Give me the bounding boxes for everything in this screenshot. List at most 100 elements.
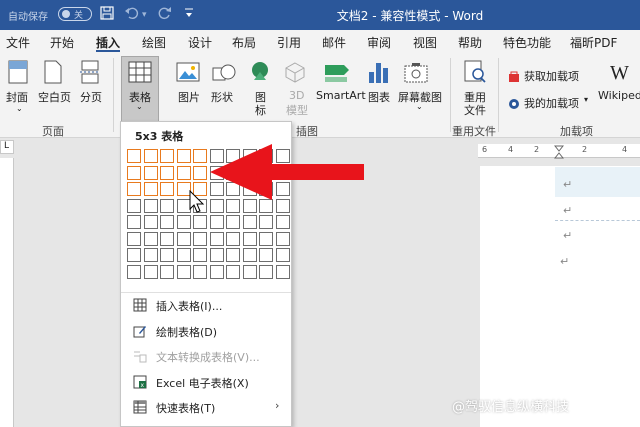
grid-cell[interactable]	[160, 149, 174, 163]
my-addins-label[interactable]: 我的加载项	[524, 95, 579, 111]
ruler-tab-selector[interactable]: L	[0, 140, 14, 154]
page-break-label[interactable]: 分页	[80, 89, 102, 105]
ribbon: 封面 ⌄ 空白页 分页 表格 ⌄ 图片 形状 图 标 3D 模型 SmartAr…	[0, 52, 640, 138]
grid-cell[interactable]	[275, 264, 290, 279]
cover-dropdown-icon[interactable]: ⌄	[16, 104, 23, 113]
picture-label[interactable]: 图片	[178, 89, 200, 105]
tab-home[interactable]: 开始	[50, 34, 74, 51]
menu-draw-table[interactable]: 绘制表格(D)	[121, 319, 291, 343]
tab-file[interactable]: 文件	[6, 34, 30, 51]
grid-cell[interactable]	[160, 182, 174, 196]
grid-cell[interactable]	[176, 248, 191, 262]
shapes-label[interactable]: 形状	[211, 89, 233, 105]
grid-cell[interactable]	[193, 215, 207, 229]
grid-cell[interactable]	[160, 198, 174, 213]
ribbon-separator	[498, 58, 499, 132]
grid-cell[interactable]	[127, 248, 141, 262]
grid-cell[interactable]	[242, 215, 257, 229]
grid-cell[interactable]	[242, 248, 257, 262]
icons-label-2[interactable]: 标	[255, 102, 266, 118]
grid-cell[interactable]	[160, 231, 174, 246]
grid-cell[interactable]	[209, 248, 224, 262]
grid-cell[interactable]	[226, 215, 240, 229]
tab-view[interactable]: 视图	[413, 34, 437, 51]
grid-cell[interactable]	[226, 264, 240, 279]
grid-cell[interactable]	[259, 215, 273, 229]
grid-cell[interactable]	[160, 248, 174, 262]
submenu-arrow-icon: ›	[275, 399, 280, 412]
grid-cell[interactable]	[226, 231, 240, 246]
get-addins-label[interactable]: 获取加载项	[524, 68, 579, 84]
grid-cell[interactable]	[127, 182, 141, 196]
3d-models-label-2: 模型	[286, 104, 308, 117]
grid-cell[interactable]	[259, 264, 273, 279]
tab-features[interactable]: 特色功能	[503, 34, 551, 51]
cover-page-label[interactable]: 封面	[6, 89, 28, 105]
grid-cell[interactable]	[275, 248, 290, 262]
grid-cell[interactable]	[193, 231, 207, 246]
grid-cell[interactable]	[259, 231, 273, 246]
grid-cell[interactable]	[143, 149, 158, 163]
menu-insert-table[interactable]: 插入表格(I)...	[121, 293, 291, 317]
grid-cell[interactable]	[127, 215, 141, 229]
grid-cell[interactable]	[193, 165, 207, 180]
tab-insert[interactable]: 插入	[96, 34, 120, 51]
grid-cell[interactable]	[160, 264, 174, 279]
grid-cell[interactable]	[143, 165, 158, 180]
document-page[interactable]	[480, 166, 640, 427]
grid-cell[interactable]	[193, 248, 207, 262]
indent-marker-icon[interactable]	[553, 144, 565, 163]
grid-cell[interactable]	[209, 231, 224, 246]
grid-cell[interactable]	[242, 264, 257, 279]
grid-cell[interactable]	[127, 165, 141, 180]
grid-cell[interactable]	[160, 215, 174, 229]
tab-help[interactable]: 帮助	[458, 34, 482, 51]
blank-page-label[interactable]: 空白页	[38, 89, 71, 105]
grid-cell[interactable]	[143, 215, 158, 229]
screenshot-dropdown-icon[interactable]: ⌄	[416, 102, 423, 111]
chart-label[interactable]: 图表	[368, 89, 390, 105]
grid-cell[interactable]	[127, 198, 141, 213]
menu-excel-spreadsheet[interactable]: x Excel 电子表格(X)	[121, 370, 291, 394]
grid-cell[interactable]	[143, 198, 158, 213]
document-title: 文档2 - 兼容性模式 - Word	[336, 9, 484, 23]
tab-design[interactable]: 设计	[188, 34, 212, 51]
grid-cell[interactable]	[127, 231, 141, 246]
grid-cell[interactable]	[176, 264, 191, 279]
grid-cell[interactable]	[127, 149, 141, 163]
ruler-number: 6	[482, 145, 488, 154]
grid-cell[interactable]	[127, 264, 141, 279]
draw-table-icon	[133, 323, 149, 339]
grid-cell[interactable]	[160, 165, 174, 180]
grid-cell[interactable]	[275, 231, 290, 246]
grid-cell[interactable]	[143, 264, 158, 279]
grid-cell[interactable]	[176, 149, 191, 163]
tab-mailings[interactable]: 邮件	[322, 34, 346, 51]
grid-cell[interactable]	[176, 165, 191, 180]
grid-cell[interactable]	[275, 215, 290, 229]
tab-draw[interactable]: 绘图	[142, 34, 166, 51]
tab-references[interactable]: 引用	[277, 34, 301, 51]
grid-cell[interactable]	[176, 215, 191, 229]
grid-cell[interactable]	[143, 248, 158, 262]
grid-cell[interactable]	[209, 264, 224, 279]
group-label-reuse-files: 重用文件	[452, 125, 496, 138]
menu-quick-tables[interactable]: 快速表格(T) ›	[121, 395, 291, 419]
grid-cell[interactable]	[242, 231, 257, 246]
vertical-ruler	[0, 158, 14, 427]
my-addins-dropdown-icon[interactable]: ▾	[584, 95, 588, 104]
reuse-files-label-2[interactable]: 文件	[464, 102, 486, 118]
smartart-label[interactable]: SmartArt	[316, 89, 366, 102]
grid-cell[interactable]	[259, 248, 273, 262]
tab-foxit-pdf[interactable]: 福昕PDF	[570, 34, 617, 51]
tab-review[interactable]: 审阅	[367, 34, 391, 51]
grid-cell[interactable]	[193, 149, 207, 163]
grid-cell[interactable]	[143, 231, 158, 246]
grid-cell[interactable]	[209, 215, 224, 229]
grid-cell[interactable]	[226, 248, 240, 262]
wikipedia-label[interactable]: Wikipedi	[598, 89, 640, 102]
tab-layout[interactable]: 布局	[232, 34, 256, 51]
grid-cell[interactable]	[176, 231, 191, 246]
grid-cell[interactable]	[143, 182, 158, 196]
grid-cell[interactable]	[193, 264, 207, 279]
